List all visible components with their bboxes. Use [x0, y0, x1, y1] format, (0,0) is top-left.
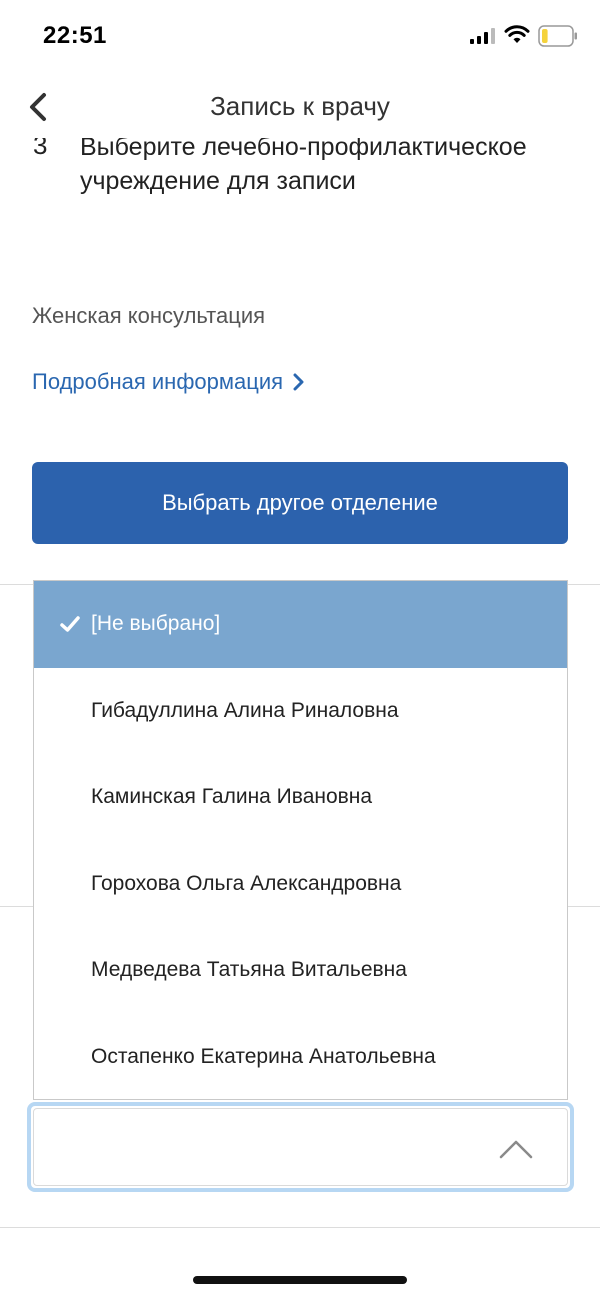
- details-link[interactable]: Подробная информация: [32, 369, 305, 395]
- chevron-up-icon: [499, 1140, 533, 1159]
- status-bar: 22:51: [0, 0, 600, 74]
- dropdown-option-label: Остапенко Екатерина Анатольевна: [91, 1044, 436, 1068]
- dropdown-option-label: Каминская Галина Ивановна: [91, 785, 373, 809]
- battery-icon: [538, 25, 577, 47]
- step-title: Выберите лечебно-профилактическое учрежд…: [80, 133, 527, 195]
- wifi-icon: [504, 25, 530, 43]
- dropdown-option-label: [Не выбрано]: [91, 612, 221, 636]
- dropdown-option[interactable]: Каминская Галина Ивановна: [34, 754, 567, 841]
- home-indicator: [193, 1276, 407, 1284]
- dropdown-option-label: Горохова Ольга Александровна: [91, 871, 402, 895]
- dropdown-option-label: Медведева Татьяна Витальевна: [91, 958, 407, 982]
- check-icon: [60, 616, 80, 632]
- dropdown-option[interactable]: Гибадуллина Алина Риналовна: [34, 668, 567, 755]
- dropdown-option[interactable]: Медведева Татьяна Витальевна: [34, 927, 567, 1014]
- dropdown-option[interactable]: Остапенко Екатерина Анатольевна: [34, 1014, 567, 1101]
- dropdown-option-label: Гибадуллина Алина Риналовна: [91, 698, 399, 722]
- divider: [0, 1227, 600, 1228]
- chevron-right-icon: [293, 373, 304, 391]
- signal-icon: [470, 28, 495, 44]
- select-inner: [33, 1108, 568, 1186]
- dropdown-option[interactable]: [Не выбрано]: [34, 581, 567, 668]
- department-name: Женская консультация: [32, 303, 266, 328]
- status-time: 22:51: [43, 22, 107, 49]
- page-title: Запись к врачу: [210, 91, 390, 121]
- doctor-dropdown-list[interactable]: [Не выбрано] Гибадуллина Алина Риналовна…: [33, 580, 568, 1100]
- doctor-select[interactable]: [27, 1102, 574, 1192]
- details-link-label: Подробная информация: [32, 369, 284, 394]
- choose-other-department-button[interactable]: Выбрать другое отделение: [32, 462, 568, 544]
- dropdown-option[interactable]: Горохова Ольга Александровна: [34, 841, 567, 928]
- nav-bar: Запись к врачу: [0, 74, 600, 138]
